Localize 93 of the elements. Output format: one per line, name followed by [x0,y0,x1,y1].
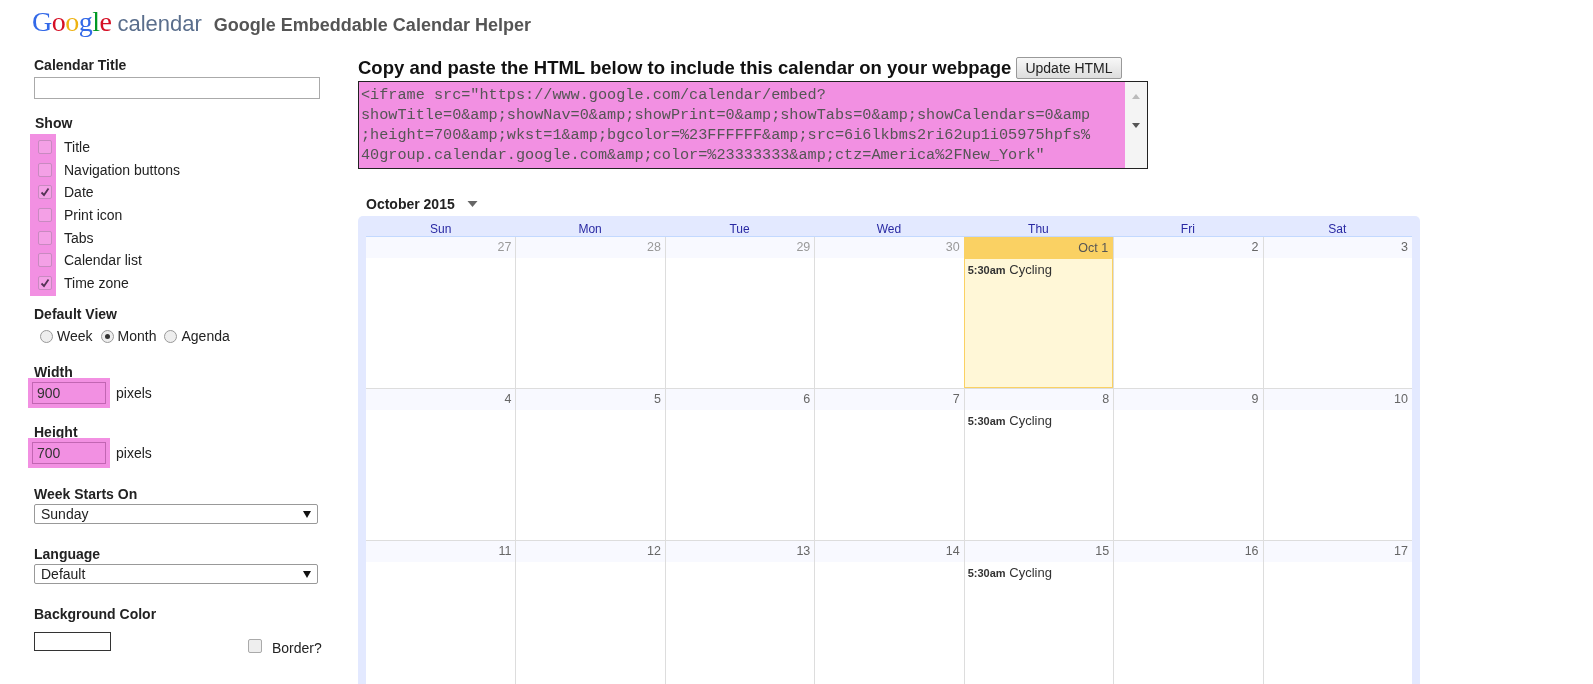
radio-button[interactable] [100,329,114,343]
weekday-header: Wed [875,222,903,236]
field-label: Language [34,546,102,563]
dropdown-caret-icon[interactable] [466,201,478,207]
day-number: 7 [815,389,964,410]
day-cell[interactable]: 10 [1262,389,1412,540]
checkbox[interactable] [38,185,52,200]
day-number: 6 [665,389,815,410]
day-number: 28 [516,237,665,258]
day-cell[interactable]: Oct 1 5:30am Cycling [963,237,1114,388]
day-cell[interactable]: 5 [515,389,665,540]
checkbox[interactable] [248,639,262,654]
checkbox-label: Tabs [64,229,94,246]
checkbox[interactable] [38,230,52,245]
day-number: 13 [665,541,815,562]
day-number: 30 [815,237,964,258]
day-number: Oct 1 [964,238,1113,259]
caret-icon [303,570,311,578]
calendar-title-field[interactable] [34,77,320,99]
radio-label: Month [117,328,157,345]
day-number: 11 [366,541,516,562]
caret-icon [303,510,311,518]
radio-button[interactable] [40,329,53,343]
radio-button[interactable] [164,329,178,343]
field-label: Default View [34,306,118,323]
calendar-event[interactable]: 5:30am Cycling [964,410,1114,431]
page-title: Google Embeddable Calendar Helper [213,15,531,36]
day-cell[interactable]: 13 [664,541,815,684]
day-number: 15 [964,541,1114,562]
checkbox-label: Calendar list [64,252,142,269]
day-cell[interactable]: 15 5:30am Cycling [963,541,1114,684]
day-number: 8 [964,389,1114,410]
field-label: Height [34,424,79,441]
day-cell[interactable]: 8 5:30am Cycling [963,389,1114,540]
day-number: 27 [366,237,516,258]
day-number: 14 [815,541,964,562]
day-number: 10 [1263,389,1412,410]
checkbox-label: Time zone [64,274,129,291]
day-cell[interactable]: 3 [1262,237,1412,388]
day-number: 16 [1114,541,1263,562]
day-number: 3 [1263,237,1412,258]
field-label: Background Color [34,606,158,623]
day-cell[interactable]: 4 [366,389,516,540]
unit-label: pixels [116,445,152,462]
day-number: 17 [1263,541,1412,562]
weekday-header: Sun [429,222,453,236]
day-cell[interactable]: 14 [814,541,964,684]
weekday-header: Thu [1027,222,1050,236]
week-start-dropdown[interactable]: Sunday [34,504,318,525]
radio-label: Agenda [181,328,230,345]
day-number: 2 [1114,237,1263,258]
checkbox-label: Border? [272,640,322,657]
checkbox[interactable] [38,208,52,223]
day-number: 29 [665,237,815,258]
checkbox[interactable] [38,275,52,290]
day-number: 4 [366,389,516,410]
language-dropdown[interactable]: Default [34,564,318,585]
day-cell[interactable]: 11 [366,541,516,684]
checkbox-label: Navigation buttons [64,161,180,178]
weekday-header: Sat [1327,222,1348,236]
weekday-header: Fri [1179,222,1196,236]
day-cell[interactable]: 6 [664,389,815,540]
update-html-button[interactable]: Update HTML [1016,57,1122,79]
logo-product-name: calendar [117,11,202,37]
month-label: October 2015 [366,196,455,212]
checkbox-label: Print icon [64,207,123,224]
radio-label: Week [57,328,93,345]
day-cell[interactable]: 9 [1113,389,1263,540]
checkbox-label: Title [64,139,90,156]
weekday-header: Mon [577,222,603,236]
day-number: 9 [1114,389,1263,410]
day-number: 5 [516,389,665,410]
calendar-event[interactable]: 5:30am Cycling [964,562,1114,583]
checkbox[interactable] [38,140,52,155]
logo-wordmark: Google [32,6,112,38]
day-cell[interactable]: 12 [515,541,665,684]
checkbox-label: Date [64,184,94,201]
checkbox[interactable] [38,253,52,268]
section-label: Show [35,115,74,131]
field-label: Width [34,364,74,381]
calendar-event[interactable]: 5:30am Cycling [964,259,1113,280]
checkbox[interactable] [38,162,52,177]
color-field[interactable] [34,631,111,651]
day-cell[interactable]: 17 [1262,541,1412,684]
weekday-header: Tue [728,222,751,236]
day-cell[interactable]: 7 [814,389,964,540]
field-label: Calendar Title [34,57,128,73]
day-number: 12 [516,541,665,562]
embed-heading: Copy and paste the HTML below to include this calendar on your webpage [358,57,1012,79]
day-cell[interactable]: 2 [1113,237,1263,388]
field-label: Week Starts On [34,486,139,503]
day-cell[interactable]: 16 [1113,541,1263,684]
unit-label: pixels [116,385,152,402]
